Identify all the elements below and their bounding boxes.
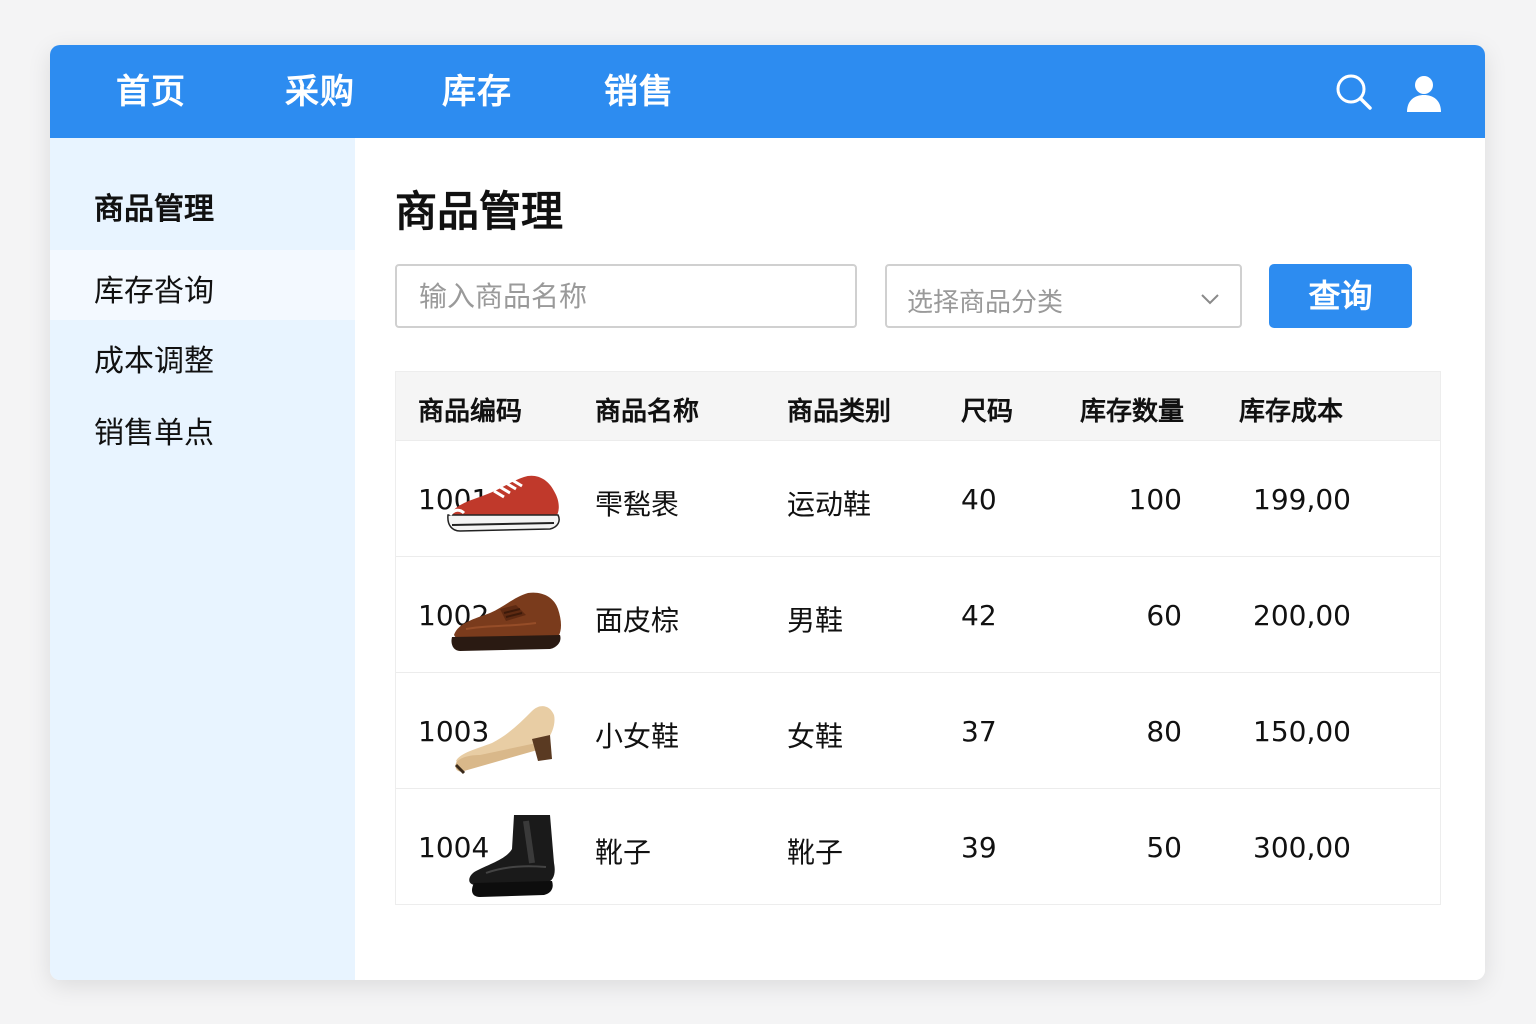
beige-pump-image (446, 695, 566, 783)
cell-size: 37 (961, 715, 997, 748)
black-boot-image (446, 811, 566, 905)
nav-item-purchase[interactable]: 采购 (285, 45, 355, 138)
top-nav-bar: 首页 采购 库存 销售 (50, 45, 1485, 138)
product-name-input[interactable] (395, 264, 857, 328)
main-content: 商品管理 选择商品分类 查询 商品编码 商品名称 商品类别 尺码 库存数量 库存… (355, 138, 1485, 980)
cell-size: 40 (961, 483, 997, 516)
query-button[interactable]: 查询 (1269, 264, 1412, 328)
cell-quantity: 80 (1146, 715, 1182, 748)
category-select-placeholder: 选择商品分类 (907, 288, 1064, 318)
cell-cost: 200,00 (1253, 599, 1351, 632)
cell-quantity: 60 (1146, 599, 1182, 632)
red-sneaker-image (446, 463, 566, 545)
search-icon[interactable] (1335, 73, 1373, 115)
column-header-name[interactable]: 商品名称 (595, 391, 699, 428)
category-select[interactable]: 选择商品分类 (885, 264, 1242, 328)
cell-name: 雫甃褁 (595, 488, 680, 521)
column-header-size[interactable]: 尺码 (961, 391, 1013, 428)
sidebar-header-label: 商品管理 (94, 192, 214, 227)
cell-quantity: 50 (1146, 831, 1182, 864)
sidebar-item-inventory-query[interactable]: 库存沓询 (50, 250, 355, 320)
cell-category: 运动鞋 (787, 488, 872, 521)
user-icon[interactable] (1405, 74, 1443, 116)
sidebar-item-label: 销售单点 (94, 416, 214, 451)
product-table: 商品编码 商品名称 商品类别 尺码 库存数量 库存成本 1001 雫甃褁 运动鞋… (395, 371, 1441, 905)
brown-oxford-image (446, 579, 566, 663)
sidebar-item-cost-adjust[interactable]: 成本调整 (50, 320, 355, 390)
cell-cost: 199,00 (1253, 483, 1351, 516)
table-row[interactable]: 1002 面皮棕 男鞋 42 60 200,00 (396, 557, 1440, 673)
chevron-down-icon (1200, 290, 1220, 309)
sidebar-item-label: 成本调整 (94, 344, 214, 379)
table-header: 商品编码 商品名称 商品类别 尺码 库存数量 库存成本 (396, 372, 1440, 441)
cell-size: 39 (961, 831, 997, 864)
nav-item-inventory[interactable]: 库存 (442, 45, 512, 138)
nav-item-home[interactable]: 首页 (116, 45, 186, 138)
sidebar: 商品管理 库存沓询 成本调整 销售单点 (50, 138, 355, 980)
sidebar-header: 商品管理 (50, 138, 355, 250)
nav-item-sales[interactable]: 销售 (604, 45, 674, 138)
cell-cost: 150,00 (1253, 715, 1351, 748)
column-header-cost[interactable]: 库存成本 (1239, 391, 1343, 428)
cell-name: 靴子 (595, 836, 652, 869)
table-row[interactable]: 1001 雫甃褁 运动鞋 40 100 199,00 (396, 441, 1440, 557)
cell-cost: 300,00 (1253, 831, 1351, 864)
cell-category: 靴子 (787, 836, 844, 869)
cell-size: 42 (961, 599, 997, 632)
app-window: 首页 采购 库存 销售 商品管理 库存沓询 成本调整 销售单点 商品管理 输入商… (50, 45, 1485, 980)
table-row[interactable]: 1004 靴子 靴子 39 50 300,00 (396, 789, 1440, 904)
cell-quantity: 100 (1128, 483, 1182, 516)
column-header-category[interactable]: 商品类别 (787, 391, 891, 428)
cell-name: 小女鞋 (595, 720, 680, 753)
page-title: 商品管理 (395, 187, 564, 236)
table-row[interactable]: 1003 小女鞋 女鞋 37 80 150,00 (396, 673, 1440, 789)
column-header-quantity[interactable]: 库存数量 (1080, 391, 1184, 428)
cell-category: 男鞋 (787, 604, 844, 637)
cell-category: 女鞋 (787, 720, 844, 753)
sidebar-item-sales-order[interactable]: 销售单点 (50, 392, 355, 462)
column-header-code[interactable]: 商品编码 (418, 391, 522, 428)
cell-name: 面皮棕 (595, 604, 680, 637)
sidebar-item-label: 库存沓询 (94, 274, 214, 309)
